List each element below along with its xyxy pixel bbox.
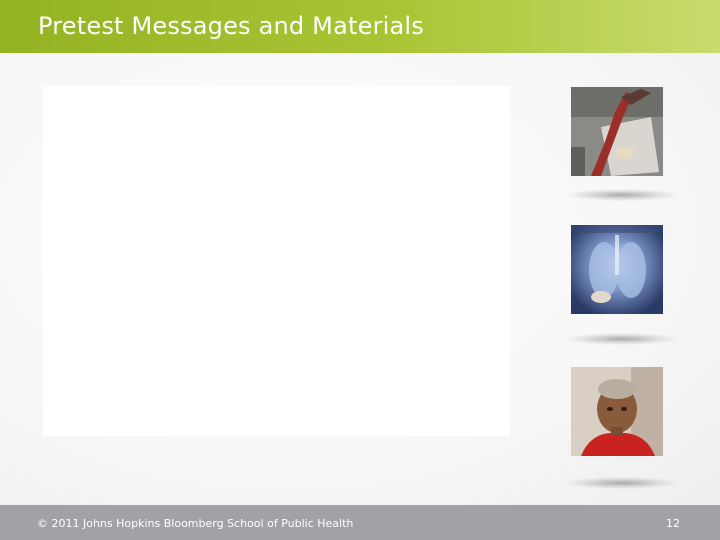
thumbnail-shadow: [566, 189, 678, 201]
thumbnail-tobacco-organ[interactable]: [571, 87, 663, 176]
title-bar: Pretest Messages and Materials: [0, 0, 720, 53]
thumbnail-shadow: [566, 333, 678, 345]
media-placeholder[interactable]: [43, 86, 510, 436]
footer-bar: © 2011 Johns Hopkins Bloomberg School of…: [0, 505, 720, 540]
thumbnail-shadow: [566, 477, 678, 489]
thumbnail-lungs[interactable]: [571, 225, 663, 314]
copyright-text: © 2011 Johns Hopkins Bloomberg School of…: [37, 517, 354, 530]
lungs-xray-image: [571, 225, 663, 314]
page-number: 12: [666, 517, 680, 530]
tobacco-organ-image: [571, 87, 663, 176]
slide-title: Pretest Messages and Materials: [38, 12, 424, 40]
woman-portrait-image: [571, 367, 663, 456]
thumbnail-woman[interactable]: [571, 367, 663, 456]
